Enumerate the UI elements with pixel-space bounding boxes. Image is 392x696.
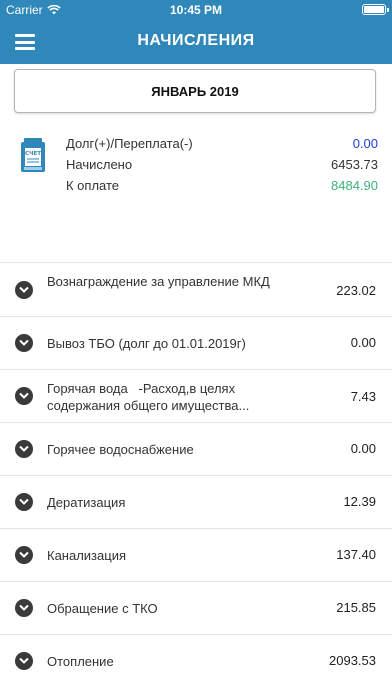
chevron-down-icon — [15, 387, 33, 405]
charge-value: 215.85 — [336, 600, 376, 615]
charge-label: Дератизация — [47, 495, 126, 510]
summary-block: СЧЕТ Долг(+)/Переплата(-) 0.00 Начислено… — [0, 130, 392, 200]
charged-value: 6453.73 — [331, 157, 378, 172]
charge-row[interactable]: Канализация 137.40 — [0, 528, 392, 581]
charge-row[interactable]: Горячее водоснабжение 0.00 — [0, 422, 392, 475]
chevron-down-icon — [15, 334, 33, 352]
charged-row: Начислено 6453.73 — [66, 155, 378, 175]
chevron-down-icon — [15, 281, 33, 299]
chevron-down-icon — [15, 599, 33, 617]
debt-label: Долг(+)/Переплата(-) — [66, 136, 193, 151]
battery-icon — [362, 4, 389, 15]
charge-value: 137.40 — [336, 547, 376, 562]
status-time: 10:45 PM — [169, 3, 223, 17]
charge-value: 223.02 — [336, 283, 376, 298]
chevron-down-icon — [15, 652, 33, 670]
charge-value: 7.43 — [350, 389, 376, 404]
charge-value: 12.39 — [343, 494, 376, 509]
page-title: НАЧИСЛЕНИЯ — [137, 32, 255, 49]
period-select-button[interactable]: ЯНВАРЬ 2019 — [14, 69, 376, 113]
chevron-down-icon — [15, 440, 33, 458]
charge-label: Вознаграждение за управление МКД — [47, 274, 270, 289]
charge-value: 0.00 — [350, 441, 376, 456]
charge-label: Обращение с ТКО — [47, 601, 158, 616]
charge-label: Вывоз ТБО (долг до 01.01.2019г) — [47, 336, 246, 351]
chevron-down-icon — [15, 493, 33, 511]
to-pay-label: К оплате — [66, 178, 120, 193]
charge-row[interactable]: Обращение с ТКО 215.85 — [0, 581, 392, 634]
debt-value: 0.00 — [352, 136, 378, 151]
to-pay-value: 8484.90 — [331, 178, 378, 193]
charge-label: Горячее водоснабжение — [47, 442, 194, 457]
invoice-icon-text: СЧЕТ — [25, 151, 41, 157]
to-pay-row: К оплате 8484.90 — [66, 176, 378, 196]
charge-row[interactable]: Отопление 2093.53 — [0, 634, 392, 687]
status-bar: Carrier 10:45 PM — [0, 0, 392, 20]
charge-row[interactable]: Дератизация 12.39 — [0, 475, 392, 528]
charge-label: Отопление — [47, 654, 114, 669]
charge-value: 0.00 — [350, 335, 376, 350]
charge-row[interactable]: Вывоз ТБО (долг до 01.01.2019г) 0.00 — [0, 316, 392, 369]
charge-row[interactable]: Вознаграждение за управление МКД 223.02 — [0, 262, 392, 316]
charge-row[interactable]: Горячая вода -Расход,в целях содержания … — [0, 369, 392, 422]
period-label: ЯНВАРЬ 2019 — [151, 83, 239, 99]
charge-label: Канализация — [47, 548, 126, 563]
charge-value: 2093.53 — [329, 653, 376, 668]
charged-label: Начислено — [66, 157, 133, 172]
invoice-icon: СЧЕТ — [21, 138, 45, 172]
chevron-down-icon — [15, 546, 33, 564]
nav-bar: НАЧИСЛЕНИЯ — [0, 20, 392, 64]
debt-row: Долг(+)/Переплата(-) 0.00 — [66, 134, 378, 154]
charge-label: Горячая вода -Расход,в целях содержания … — [47, 381, 250, 413]
